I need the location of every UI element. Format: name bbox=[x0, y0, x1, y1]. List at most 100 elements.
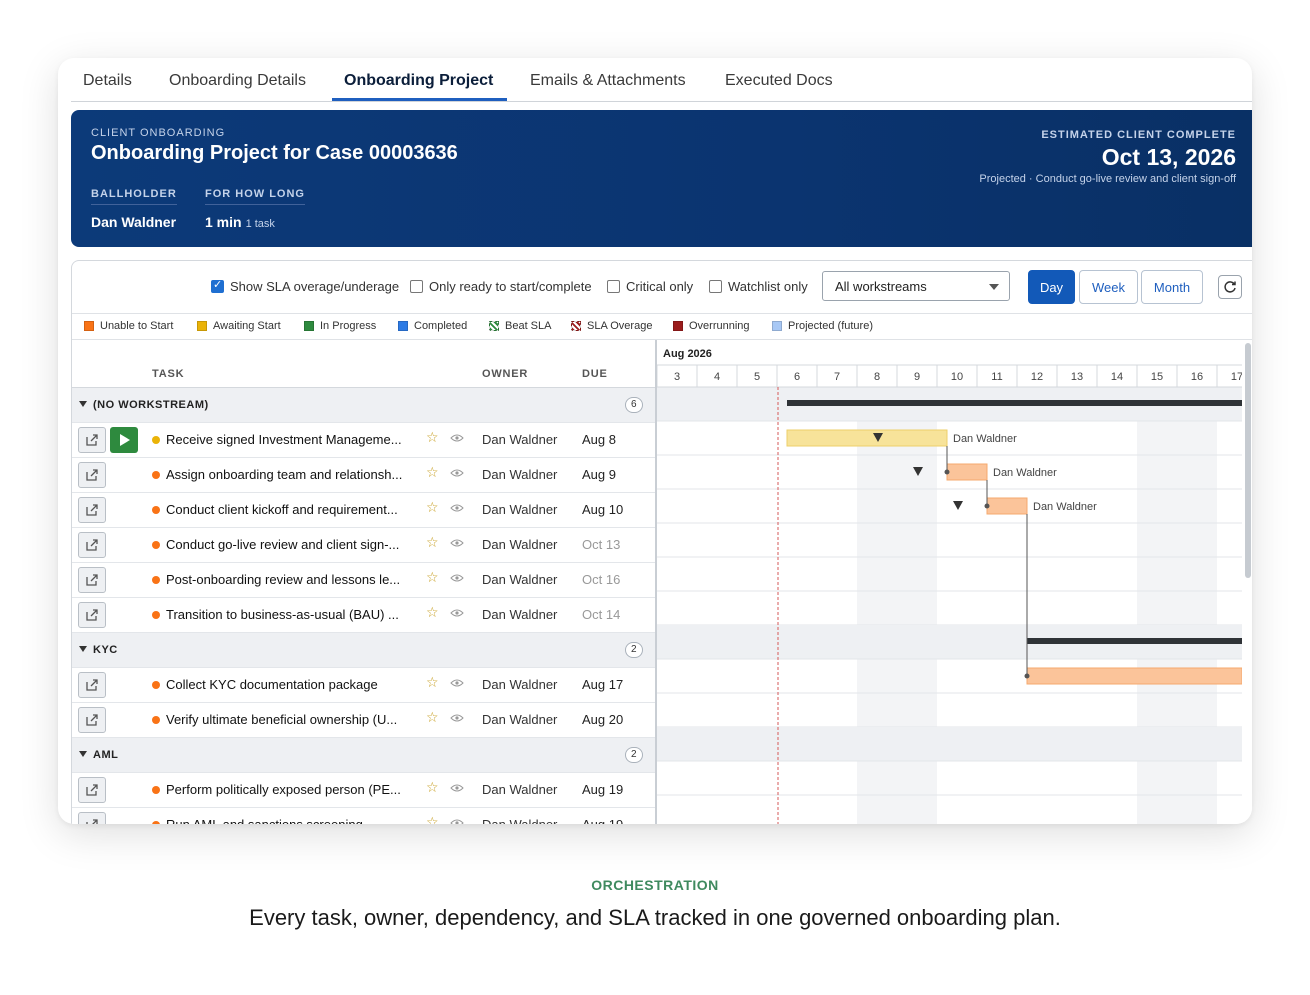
task-row[interactable]: Assign onboarding team and relationsh...… bbox=[72, 458, 655, 493]
estimated-complete-date: Oct 13, 2026 bbox=[1101, 144, 1236, 170]
task-row[interactable]: Conduct go-live review and client sign-.… bbox=[72, 528, 655, 563]
task-row[interactable]: Perform politically exposed person (PE..… bbox=[72, 773, 655, 808]
ready-only-checkbox[interactable]: Only ready to start/complete bbox=[410, 279, 592, 294]
task-name[interactable]: Collect KYC documentation package bbox=[166, 677, 420, 692]
watchlist-only-checkbox[interactable]: Watchlist only bbox=[709, 279, 808, 294]
workstream-group-row[interactable]: (NO WORKSTREAM) 6 bbox=[72, 388, 655, 423]
start-task-button[interactable] bbox=[110, 427, 138, 453]
open-task-button[interactable] bbox=[78, 812, 106, 824]
open-task-button[interactable] bbox=[78, 777, 106, 803]
task-name[interactable]: Perform politically exposed person (PE..… bbox=[166, 782, 420, 797]
col-due: DUE bbox=[582, 368, 608, 380]
task-row[interactable]: Verify ultimate beneficial ownership (U.… bbox=[72, 703, 655, 738]
task-row[interactable]: Run AML and sanctions screening ☆ Dan Wald… bbox=[72, 808, 655, 824]
open-task-button[interactable] bbox=[78, 427, 106, 453]
task-row[interactable]: Conduct client kickoff and requirement..… bbox=[72, 493, 655, 528]
show-sla-checkbox[interactable]: Show SLA overage/underage bbox=[211, 278, 400, 294]
task-bar bbox=[946, 463, 988, 481]
day-tick-label: 6 bbox=[794, 371, 800, 383]
show-sla-label: Show SLA overage/underage bbox=[230, 279, 400, 294]
tab-onboarding-project[interactable]: Onboarding Project bbox=[344, 72, 493, 90]
open-task-button[interactable] bbox=[78, 707, 106, 733]
view-day-button[interactable]: Day bbox=[1028, 270, 1075, 304]
eye-icon[interactable] bbox=[450, 539, 464, 547]
eye-icon[interactable] bbox=[450, 469, 464, 477]
watchlist-star-icon[interactable]: ☆ bbox=[426, 465, 439, 481]
legend-label: In Progress bbox=[320, 320, 377, 332]
eye-icon[interactable] bbox=[450, 434, 464, 442]
view-month-button[interactable]: Month bbox=[1141, 270, 1203, 304]
eye-icon[interactable] bbox=[450, 819, 464, 824]
open-task-button[interactable] bbox=[78, 602, 106, 628]
workstream-select[interactable]: All workstreams bbox=[822, 271, 1010, 301]
legend-beat-sla: Beat SLA bbox=[489, 320, 551, 332]
checkbox-unchecked[interactable] bbox=[709, 280, 722, 293]
watchlist-star-icon[interactable]: ☆ bbox=[426, 430, 439, 446]
task-row[interactable]: Collect KYC documentation package ☆ Dan Wa… bbox=[72, 668, 655, 703]
task-row[interactable]: Post-onboarding review and lessons le...… bbox=[72, 563, 655, 598]
task-due-date: Oct 16 bbox=[582, 572, 621, 587]
checkbox-unchecked[interactable] bbox=[607, 280, 620, 293]
howlong-label: FOR HOW LONG bbox=[205, 188, 305, 205]
task-name[interactable]: Post-onboarding review and lessons le... bbox=[166, 572, 420, 587]
group-row-band bbox=[657, 727, 1242, 761]
eye-icon[interactable] bbox=[450, 574, 464, 582]
eye-icon[interactable] bbox=[450, 679, 464, 687]
external-link-icon bbox=[86, 819, 98, 824]
task-name[interactable]: Verify ultimate beneficial ownership (U.… bbox=[166, 712, 420, 727]
checkbox-unchecked[interactable] bbox=[410, 280, 423, 293]
collapse-caret-icon[interactable] bbox=[79, 646, 87, 652]
workstream-name[interactable]: AML bbox=[93, 749, 118, 761]
collapse-caret-icon[interactable] bbox=[79, 401, 87, 407]
workstream-name[interactable]: KYC bbox=[93, 644, 118, 656]
watchlist-star-icon[interactable]: ☆ bbox=[426, 675, 439, 691]
tab-onboarding-details[interactable]: Onboarding Details bbox=[169, 72, 306, 90]
eye-icon[interactable] bbox=[450, 714, 464, 722]
open-task-button[interactable] bbox=[78, 567, 106, 593]
eye-icon[interactable] bbox=[450, 784, 464, 792]
watchlist-star-icon[interactable]: ☆ bbox=[426, 570, 439, 586]
task-row[interactable]: Transition to business-as-usual (BAU) ..… bbox=[72, 598, 655, 633]
refresh-icon bbox=[1224, 281, 1236, 293]
watchlist-star-icon[interactable]: ☆ bbox=[426, 605, 439, 621]
workstream-group-row[interactable]: KYC 2 bbox=[72, 633, 655, 668]
open-task-button[interactable] bbox=[78, 532, 106, 558]
tab-emails-attachments[interactable]: Emails & Attachments bbox=[530, 72, 686, 90]
eye-icon[interactable] bbox=[450, 609, 464, 617]
task-name[interactable]: Conduct go-live review and client sign-.… bbox=[166, 537, 420, 552]
project-header: CLIENT ONBOARDING Onboarding Project for… bbox=[71, 110, 1252, 247]
open-task-button[interactable] bbox=[78, 462, 106, 488]
task-grid-body: (NO WORKSTREAM) 6 Receive signed Investmen… bbox=[72, 388, 655, 824]
collapse-caret-icon[interactable] bbox=[79, 751, 87, 757]
caption-text: Every task, owner, dependency, and SLA t… bbox=[249, 905, 1061, 930]
day-tick-label: 12 bbox=[1031, 371, 1043, 383]
task-owner: Dan Waldner bbox=[482, 817, 557, 824]
checkbox-checked[interactable] bbox=[211, 278, 224, 293]
watchlist-star-icon[interactable]: ☆ bbox=[426, 780, 439, 796]
watchlist-star-icon[interactable]: ☆ bbox=[426, 500, 439, 516]
open-task-button[interactable] bbox=[78, 497, 106, 523]
active-tab-indicator bbox=[332, 98, 507, 101]
critical-only-checkbox[interactable]: Critical only bbox=[607, 279, 693, 294]
task-name[interactable]: Assign onboarding team and relationsh... bbox=[166, 467, 420, 482]
open-task-button[interactable] bbox=[78, 672, 106, 698]
workstream-name[interactable]: (NO WORKSTREAM) bbox=[93, 399, 209, 411]
vertical-scrollbar[interactable] bbox=[1245, 343, 1251, 578]
eye-icon[interactable] bbox=[450, 504, 464, 512]
task-name[interactable]: Conduct client kickoff and requirement..… bbox=[166, 502, 420, 517]
workstream-group-row[interactable]: AML 2 bbox=[72, 738, 655, 773]
task-name[interactable]: Receive signed Investment Manageme... bbox=[166, 432, 420, 447]
task-name[interactable]: Transition to business-as-usual (BAU) ..… bbox=[166, 607, 420, 622]
task-row[interactable]: Receive signed Investment Manageme... ☆ Da… bbox=[72, 423, 655, 458]
tab-executed-docs[interactable]: Executed Docs bbox=[725, 72, 833, 90]
col-owner: OWNER bbox=[482, 368, 529, 380]
watchlist-star-icon[interactable]: ☆ bbox=[426, 710, 439, 726]
task-owner: Dan Waldner bbox=[482, 502, 558, 517]
watchlist-star-icon[interactable]: ☆ bbox=[426, 535, 439, 551]
tab-details[interactable]: Details bbox=[83, 72, 132, 90]
refresh-button[interactable] bbox=[1218, 275, 1242, 299]
view-week-button[interactable]: Week bbox=[1079, 270, 1138, 304]
task-due-date: Aug 20 bbox=[582, 712, 624, 727]
task-name[interactable]: Run AML and sanctions screening bbox=[166, 817, 420, 824]
watchlist-star-icon[interactable]: ☆ bbox=[426, 815, 439, 824]
